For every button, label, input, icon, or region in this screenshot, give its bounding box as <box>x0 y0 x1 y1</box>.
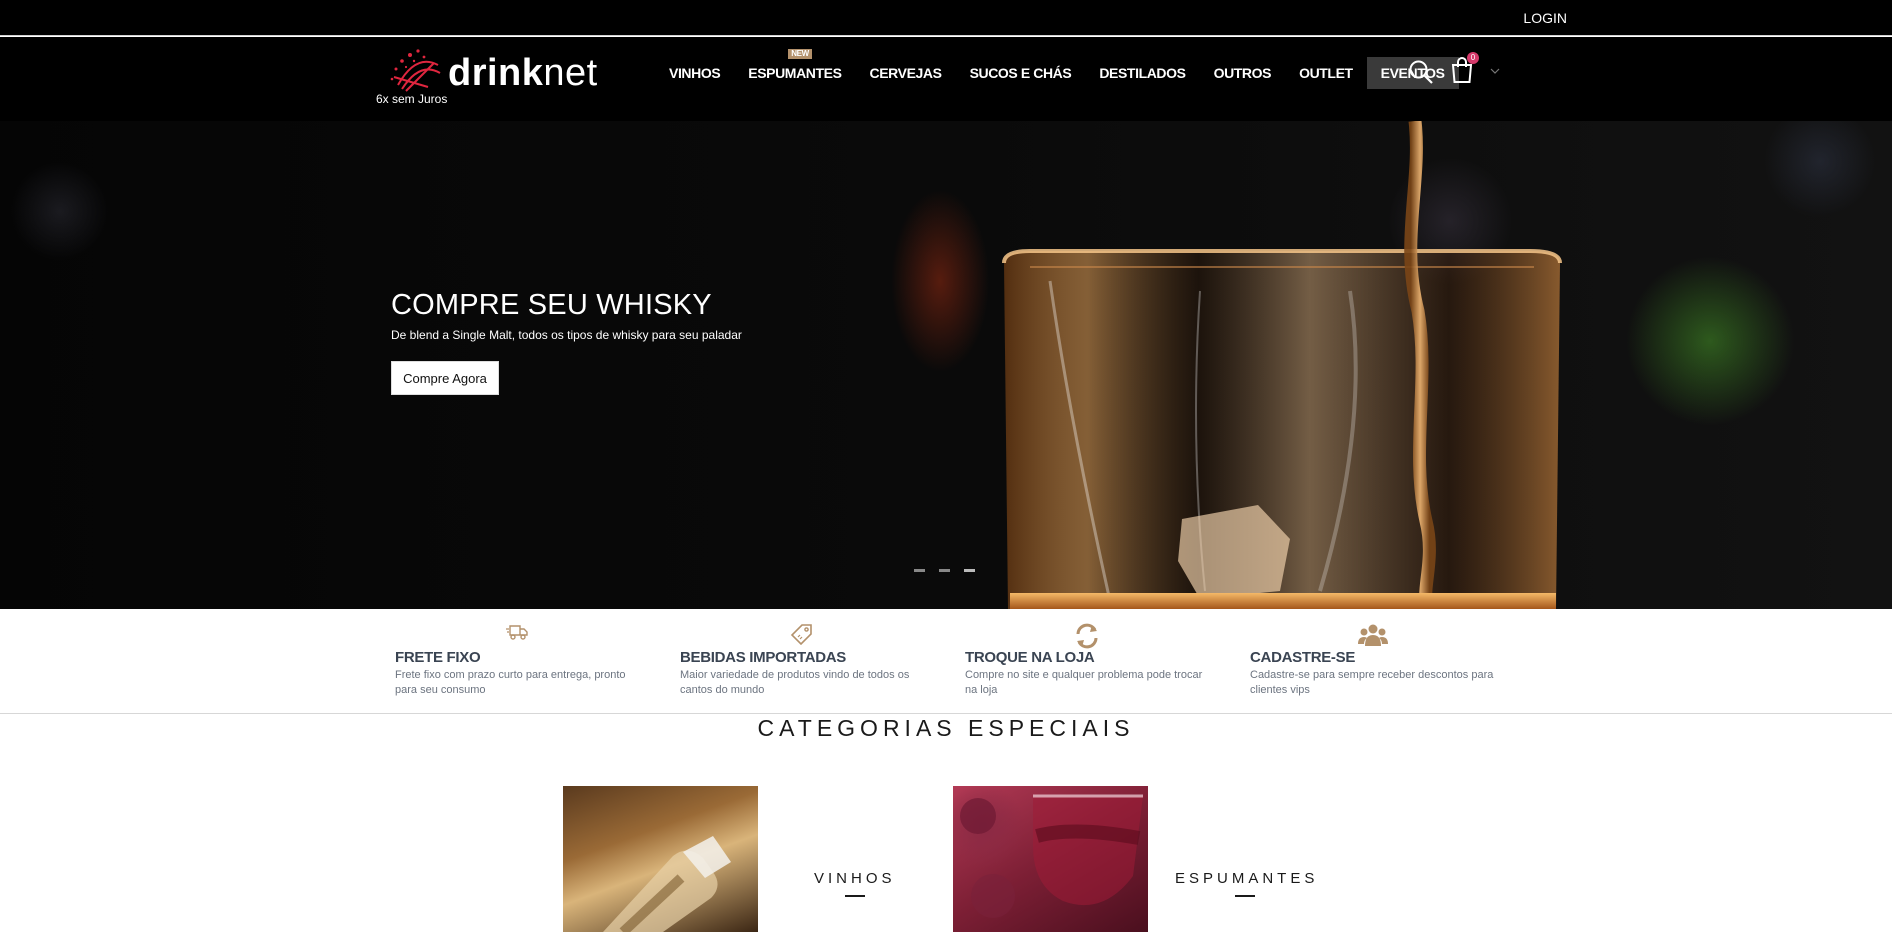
compre-agora-button[interactable]: Compre Agora <box>391 361 499 395</box>
category-label-vinhos[interactable]: VINHOS <box>814 870 896 887</box>
category-underline <box>1235 895 1255 897</box>
logo-subtitle: 6x sem Juros <box>376 92 448 106</box>
category-underline <box>845 895 865 897</box>
hero-banner: COMPRE SEU WHISKY De blend a Single Malt… <box>0 121 1892 609</box>
users-icon <box>1358 624 1388 646</box>
top-bar: LOGIN <box>0 0 1892 36</box>
feature-title: TROQUE NA LOJA <box>965 649 1095 666</box>
nav-item-sucos-e-chas[interactable]: SUCOS E CHÁS <box>956 57 1086 89</box>
tag-icon <box>790 624 812 645</box>
feature-title: BEBIDAS IMPORTADAS <box>680 649 846 666</box>
features-bar: FRETE FIXO Frete fixo com prazo curto pa… <box>0 609 1892 714</box>
nav-item-outlet[interactable]: OUTLET <box>1285 57 1367 89</box>
login-link[interactable]: LOGIN <box>1523 10 1567 26</box>
truck-icon <box>506 625 528 640</box>
cart-count-badge: 0 <box>1467 52 1479 64</box>
hero-subtitle: De blend a Single Malt, todos os tipos d… <box>391 328 742 342</box>
category-label-espumantes[interactable]: ESPUMANTES <box>1175 870 1318 887</box>
categories-heading: CATEGORIAS ESPECIAIS <box>757 715 1135 741</box>
main-header: drinknet 6x sem Juros VINHOS ESPUMANTES N… <box>0 37 1892 121</box>
nav-item-cervejas[interactable]: CERVEJAS <box>856 57 956 89</box>
wine-bottle-image <box>603 836 731 932</box>
hero-title: COMPRE SEU WHISKY <box>391 289 712 321</box>
nav-item-vinhos[interactable]: VINHOS <box>655 57 734 89</box>
slider-dot-3[interactable] <box>964 569 975 572</box>
main-nav: VINHOS ESPUMANTES NEW CERVEJAS SUCOS E CH… <box>655 49 1459 89</box>
category-image-vinhos[interactable] <box>563 786 758 932</box>
nav-item-outros[interactable]: OUTROS <box>1200 57 1286 89</box>
nav-item-destilados[interactable]: DESTILADOS <box>1085 57 1199 89</box>
logo-mark-icon <box>390 49 441 92</box>
whisky-glass-image <box>1002 121 1562 609</box>
nav-item-espumantes[interactable]: ESPUMANTES NEW <box>734 49 855 89</box>
slider-dot-1[interactable] <box>914 569 925 572</box>
chevron-down-icon[interactable] <box>1490 68 1500 74</box>
hero-text: COMPRE SEU WHISKY De blend a Single Malt… <box>391 289 742 342</box>
feature-description: Cadastre-se para sempre receber desconto… <box>1250 669 1494 696</box>
slider-dot-2[interactable] <box>939 569 950 572</box>
feature-description: Maior variedade de produtos vindo de tod… <box>680 669 910 696</box>
feature-description: Compre no site e qualquer problema pode … <box>965 669 1203 696</box>
category-image-espumantes[interactable] <box>953 786 1148 932</box>
feature-title: FRETE FIXO <box>395 649 481 666</box>
logo-text: drinknet <box>448 52 598 94</box>
feature-description: Frete fixo com prazo curto para entrega,… <box>395 669 626 696</box>
wine-glass-image <box>960 794 1143 918</box>
feature-title: CADASTRE-SE <box>1250 649 1356 666</box>
slider-dots <box>914 569 975 572</box>
search-icon[interactable] <box>1408 59 1434 85</box>
refresh-icon <box>1076 623 1098 649</box>
logo[interactable]: drinknet 6x sem Juros <box>376 47 606 109</box>
new-badge: NEW <box>788 49 812 59</box>
